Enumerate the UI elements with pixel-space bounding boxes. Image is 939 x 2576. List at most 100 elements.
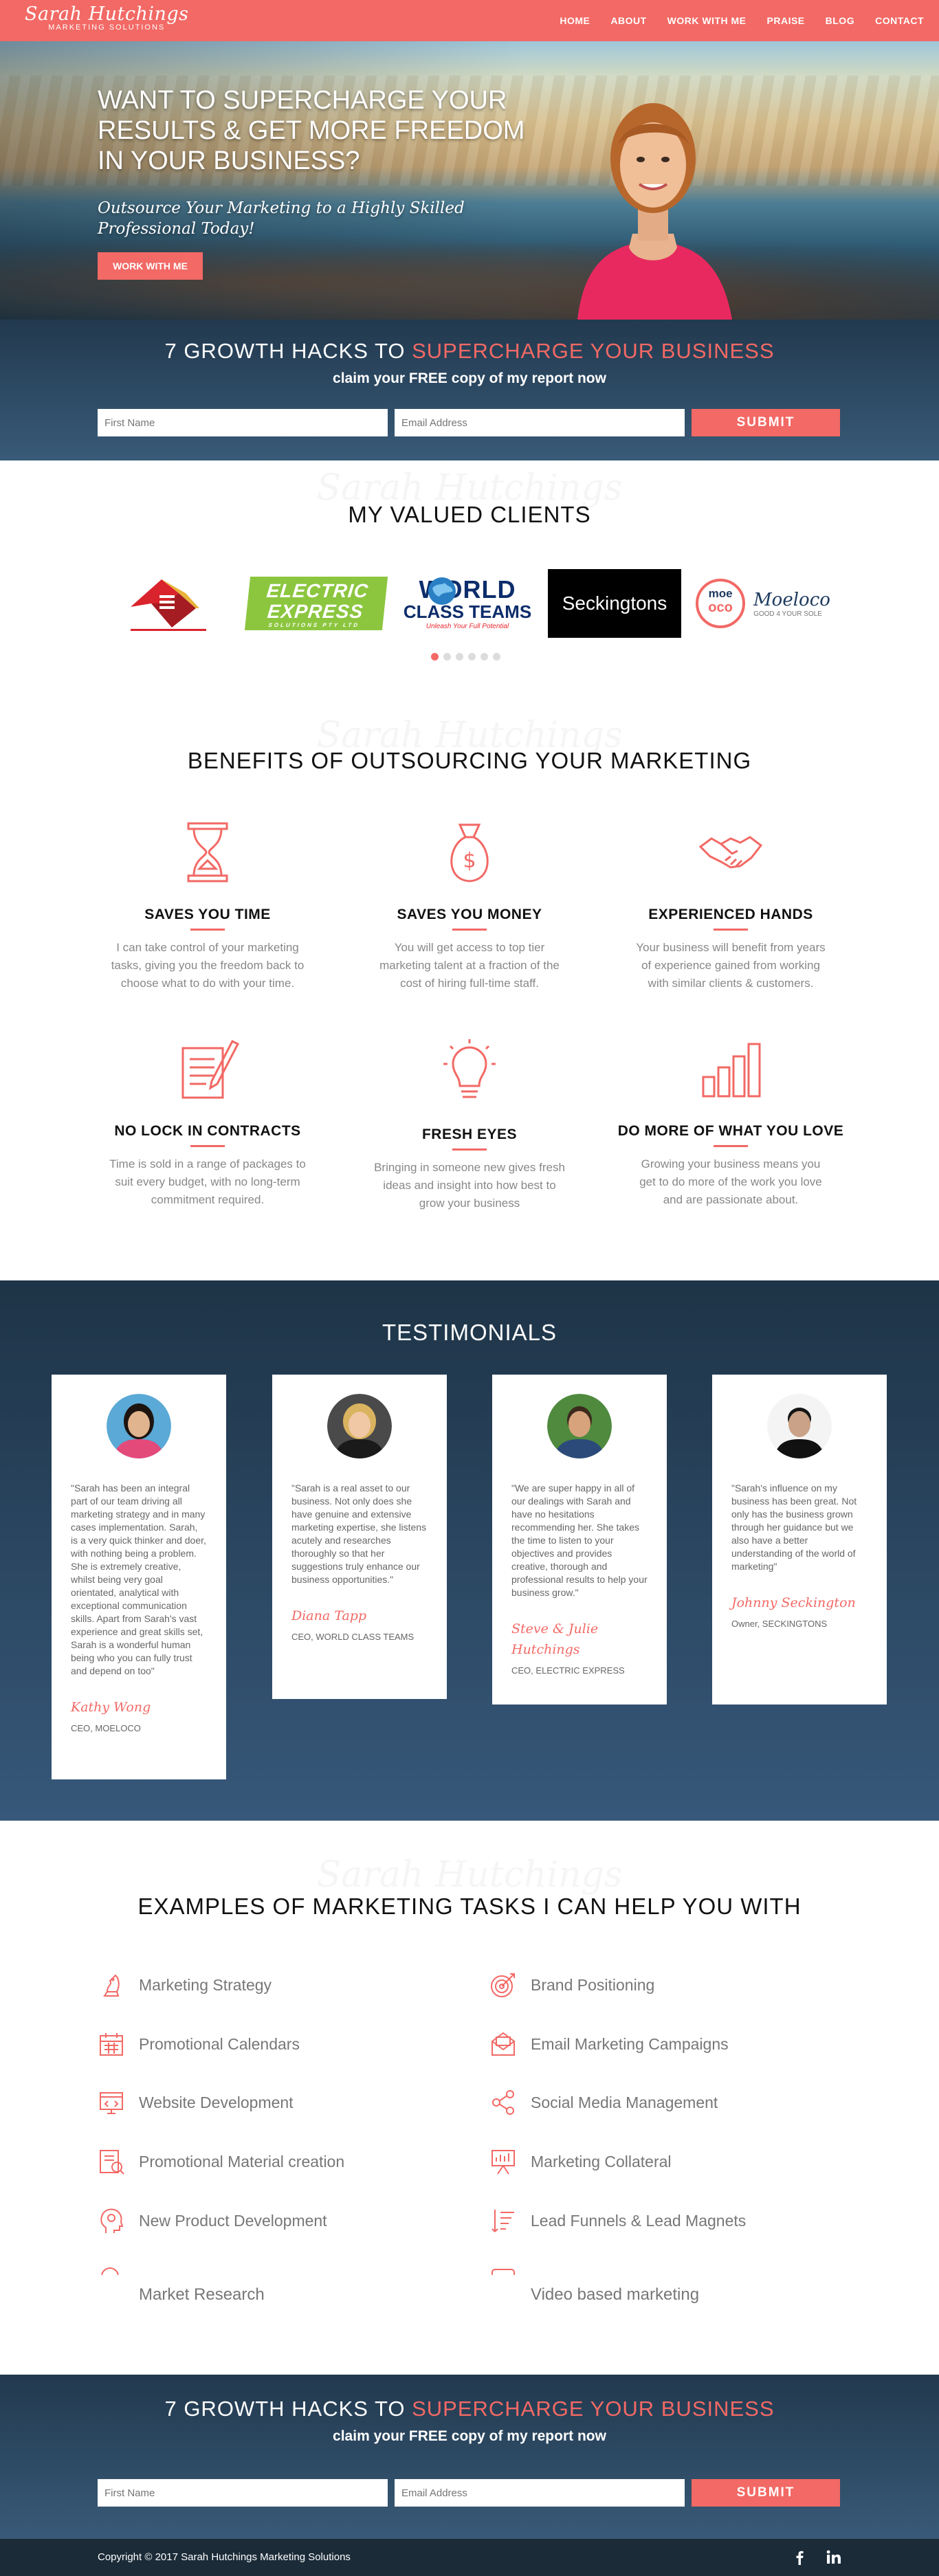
benefit-title: SAVES YOU MONEY [397, 907, 542, 922]
client-logo-world-class-teams[interactable]: WORLD CLASS TEAMS Unleash Your Full Pote… [402, 569, 533, 638]
bar-chart-icon [702, 1043, 761, 1098]
benefit-text: Growing your business means you get to d… [639, 1157, 822, 1206]
carousel-dots [431, 653, 505, 660]
task-social-media: Social Media Management [489, 2089, 718, 2116]
avatar [107, 1394, 171, 1458]
optin-title-plain: 7 GROWTH HACKS TO [164, 2397, 412, 2421]
testimonial-quote: "Sarah's influence on my business has be… [731, 1483, 857, 1572]
benefit-title: NO LOCK IN CONTRACTS [114, 1123, 301, 1139]
testimonial-card: "We are super happy in all of our dealin… [492, 1375, 667, 1705]
nav-menu: HOME ABOUT WORK WITH ME PRAISE BLOG CONT… [539, 0, 924, 41]
tasks-watermark: Sarah Hutchings [0, 1854, 939, 1896]
submit-button[interactable]: SUBMIT [692, 409, 840, 436]
benefit-underline [714, 1145, 748, 1147]
testimonial-role: CEO, WORLD CLASS TEAMS [291, 1632, 415, 1642]
benefit-no-lock-in: NO LOCK IN CONTRACTS Time is sold in a r… [94, 1034, 321, 1209]
testimonial-name: Steve & Julie Hutchings [511, 1621, 599, 1657]
nav-contact[interactable]: CONTACT [875, 15, 924, 26]
task-video-marketing-label: Video based marketing [531, 2285, 700, 2304]
clients-title: MY VALUED CLIENTS [348, 502, 591, 527]
benefit-text: I can take control of your marketing tas… [111, 941, 305, 990]
video-icon [491, 2269, 515, 2275]
top-navbar: Sarah Hutchings MARKETING SOLUTIONS HOME… [0, 0, 939, 41]
benefit-do-more: DO MORE OF WHAT YOU LOVE Growing your bu… [617, 1034, 844, 1209]
hero-subheadline: Outsource Your Marketing to a Highly Ski… [98, 199, 465, 238]
nav-work-with-me[interactable]: WORK WITH ME [667, 15, 747, 26]
task-marketing-strategy: Marketing Strategy [98, 1971, 272, 1999]
benefit-text: Your business will benefit from years of… [636, 941, 826, 990]
task-label: Marketing Collateral [531, 2152, 672, 2170]
testimonial-name: Kathy Wong [71, 1700, 151, 1715]
email-input[interactable] [395, 2479, 685, 2507]
optin-section-top: 7 GROWTH HACKS TO SUPERCHARGE YOUR BUSIN… [0, 320, 939, 460]
task-label: Email Marketing Campaigns [531, 2034, 729, 2053]
task-label: Lead Funnels & Lead Magnets [531, 2211, 747, 2230]
carousel-dot-4[interactable] [468, 653, 476, 660]
testimonial-role: Owner, SECKINGTONS [731, 1619, 828, 1629]
optin-section-bottom: 7 GROWTH HACKS TO SUPERCHARGE YOUR BUSIN… [0, 2375, 939, 2539]
testimonials-title: TESTIMONIALS [382, 1320, 557, 1345]
world-class-tagline: Unleash Your Full Potential [426, 622, 509, 630]
footer-copyright: Copyright © 2017 Sarah Hutchings Marketi… [98, 2551, 351, 2563]
optin-title: 7 GROWTH HACKS TO SUPERCHARGE YOUR BUSIN… [0, 2397, 939, 2421]
client-logo-seckingtons[interactable]: Seckingtons [548, 569, 681, 638]
benefit-title: DO MORE OF WHAT YOU LOVE [617, 1123, 844, 1139]
nav-praise[interactable]: PRAISE [767, 15, 805, 26]
task-label: Social Media Management [531, 2093, 718, 2111]
first-name-input[interactable] [98, 2479, 388, 2507]
carousel-dot-2[interactable] [443, 653, 451, 660]
client-logo-ebs[interactable] [117, 569, 220, 638]
benefit-underline [190, 929, 225, 931]
benefit-text: Time is sold in a range of packages to s… [109, 1157, 306, 1206]
linkedin-icon[interactable] [825, 2549, 843, 2566]
facebook-icon[interactable] [791, 2549, 808, 2566]
task-promotional-calendars: Promotional Calendars [98, 2030, 300, 2058]
work-with-me-button[interactable]: WORK WITH ME [98, 252, 203, 280]
task-promotional-material: Promotional Material creation [98, 2148, 344, 2175]
head-gear-icon [100, 2208, 124, 2233]
testimonial-role: CEO, ELECTRIC EXPRESS [511, 1665, 625, 1676]
magnifier-icon [101, 2267, 119, 2275]
moeloco-sub: GOOD 4 YOUR SOLE [753, 610, 822, 618]
client-logo-electric-express[interactable]: ELECTRIC EXPRESS SOLUTIONS PTY LTD [244, 569, 388, 638]
task-label: Promotional Calendars [139, 2034, 300, 2053]
benefit-underline [714, 929, 748, 931]
nav-about[interactable]: ABOUT [610, 15, 646, 26]
brochure-icon [100, 2150, 124, 2175]
carousel-dot-3[interactable] [456, 653, 463, 660]
logo-tagline: MARKETING SOLUTIONS [48, 23, 166, 32]
lightbulb-icon [443, 1039, 496, 1098]
optin-title: 7 GROWTH HACKS TO SUPERCHARGE YOUR BUSIN… [0, 339, 939, 364]
carousel-dot-5[interactable] [480, 653, 488, 660]
nav-home[interactable]: HOME [560, 15, 590, 26]
benefit-save-time: SAVES YOU TIME I can take control of you… [94, 818, 321, 992]
hero-banner: WANT TO SUPERCHARGE YOUR RESULTS & GET M… [0, 41, 939, 320]
testimonials-section: TESTIMONIALS "Sarah has been an integral… [0, 1280, 939, 1821]
task-email-marketing: Email Marketing Campaigns [489, 2030, 729, 2058]
task-market-research-label: Market Research [139, 2285, 265, 2304]
electric-express-line3: SOLUTIONS PTY LTD [267, 622, 360, 628]
client-logo-moeloco[interactable]: moe oco Moeloco GOOD 4 YOUR SOLE [694, 569, 832, 638]
task-label: Marketing Strategy [139, 1975, 272, 1994]
benefit-fresh-eyes: FRESH EYES Bringing in someone new gives… [356, 1038, 583, 1212]
contract-icon [181, 1039, 240, 1099]
target-icon [491, 1973, 515, 1997]
envelope-icon [491, 2032, 515, 2056]
site-logo[interactable]: Sarah Hutchings MARKETING SOLUTIONS [25, 4, 189, 32]
electric-express-line2: EXPRESS [266, 601, 365, 622]
email-input[interactable] [395, 409, 685, 436]
optin-subtitle: claim your FREE copy of my report now [333, 2428, 606, 2444]
funnel-list-icon [491, 2210, 514, 2232]
world-class-line1: WORLD [419, 575, 516, 603]
nav-blog[interactable]: BLOG [826, 15, 854, 26]
task-market-research-icon-clip [98, 2264, 125, 2275]
benefit-underline [452, 929, 487, 931]
carousel-dot-1[interactable] [431, 653, 439, 660]
submit-button[interactable]: SUBMIT [692, 2479, 840, 2507]
optin-title-highlight: SUPERCHARGE YOUR BUSINESS [412, 339, 775, 363]
moeloco-badge: moe oco [696, 579, 746, 628]
testimonial-name: Johnny Seckington [731, 1595, 856, 1610]
optin-title-highlight: SUPERCHARGE YOUR BUSINESS [412, 2397, 775, 2421]
first-name-input[interactable] [98, 409, 388, 436]
carousel-dot-6[interactable] [493, 653, 500, 660]
